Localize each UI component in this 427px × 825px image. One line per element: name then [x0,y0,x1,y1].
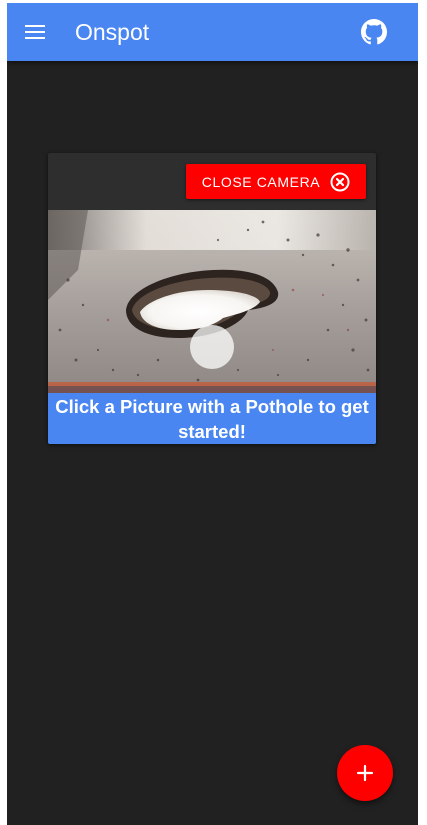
add-fab-button[interactable] [337,745,393,801]
app-bar: Onspot [7,3,418,61]
app-frame: Onspot CLOSE CAMERA Click a Picture with… [7,3,418,825]
plus-icon [356,764,374,782]
shutter-button[interactable] [190,325,234,369]
menu-icon [25,25,45,39]
close-circle-icon [330,172,350,191]
close-camera-button[interactable]: CLOSE CAMERA [186,164,366,199]
camera-card: CLOSE CAMERA Click a Picture with a Poth… [48,153,376,444]
camera-feed [48,210,376,393]
github-button[interactable] [361,19,389,47]
close-camera-label: CLOSE CAMERA [201,173,321,190]
prompt-banner: Click a Picture with a Pothole to get st… [48,393,376,444]
app-title: Onspot [75,19,150,45]
menu-button[interactable] [19,16,51,48]
github-icon [361,19,387,45]
